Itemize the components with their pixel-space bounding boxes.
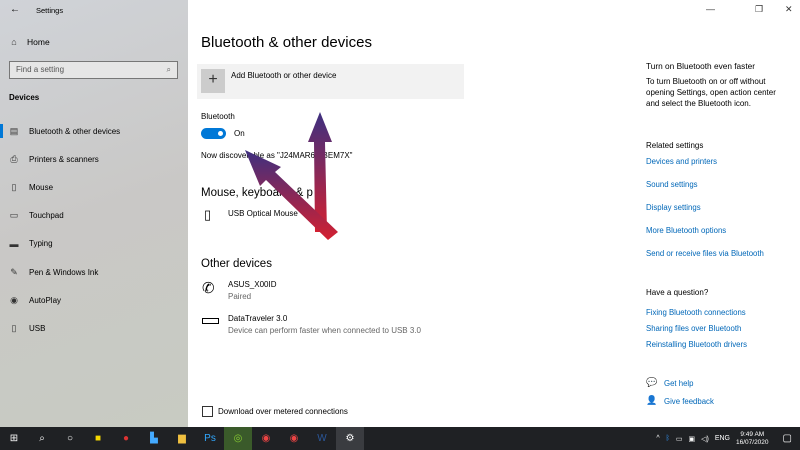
time: 9:49 AM xyxy=(740,430,765,438)
file-explorer-icon[interactable]: ▆ xyxy=(168,427,196,450)
sticky-notes-icon[interactable]: ■ xyxy=(84,427,112,450)
bluetooth-tray-icon[interactable]: ᛒ xyxy=(666,435,670,442)
computer-icon[interactable]: ▙ xyxy=(140,427,168,450)
action-center-icon[interactable]: ▢ xyxy=(783,433,792,444)
settings-gear-icon[interactable]: ⚙ xyxy=(336,427,364,450)
network-icon[interactable]: ▣ xyxy=(688,435,695,443)
system-tray: ^ ᛒ ▭ ▣ ◁) ENG 9:49 AM 16/07/2020 ▢ xyxy=(656,427,800,450)
paint-icon[interactable]: ● xyxy=(112,427,140,450)
word-icon[interactable]: W xyxy=(308,427,336,450)
battery-icon[interactable]: ▭ xyxy=(676,435,683,443)
start-icon[interactable]: ⊞ xyxy=(0,427,28,450)
clock[interactable]: 9:49 AM 16/07/2020 xyxy=(736,431,769,447)
chrome-icon[interactable]: ◉ xyxy=(252,427,280,450)
annotation-arrows xyxy=(245,112,338,240)
photoshop-icon[interactable]: Ps xyxy=(196,427,224,450)
taskbar: ⊞ ⌕ ○ ■ ● ▙ ▆ Ps ◎ ◉ ◉ W ⚙ ^ ᛒ ▭ ▣ ◁) EN… xyxy=(0,427,800,450)
date: 16/07/2020 xyxy=(736,438,769,446)
cortana-icon[interactable]: ○ xyxy=(56,427,84,450)
search-icon[interactable]: ⌕ xyxy=(28,427,56,450)
volume-icon[interactable]: ◁) xyxy=(701,435,709,443)
app-green-icon[interactable]: ◎ xyxy=(224,427,252,450)
language-indicator[interactable]: ENG xyxy=(715,435,730,442)
chevron-up-icon[interactable]: ^ xyxy=(656,435,659,442)
chrome-profile-icon[interactable]: ◉ xyxy=(280,427,308,450)
